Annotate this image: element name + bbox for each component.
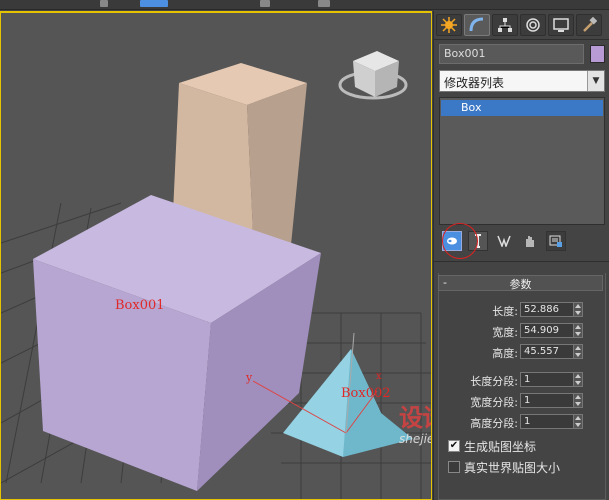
real-world-map-size-row[interactable]: 真实世界贴图大小 <box>448 459 560 475</box>
viewport-scene <box>1 51 431 499</box>
param-label: 宽度分段: <box>470 396 518 409</box>
stack-item-box[interactable]: Box <box>441 100 603 116</box>
gen-mapping-label: 生成贴图坐标 <box>464 439 537 454</box>
spinner-arrows[interactable] <box>574 393 583 408</box>
real-world-label: 真实世界贴图大小 <box>464 460 561 475</box>
hand-icon <box>526 236 534 247</box>
create-tab-icon[interactable] <box>436 14 462 36</box>
width-spinner-field[interactable]: 54.909 <box>520 323 574 338</box>
param-width-segs: 宽度分段: 1 <box>434 393 609 409</box>
viewcube-icon[interactable] <box>338 51 408 100</box>
real-world-checkbox[interactable] <box>448 461 460 473</box>
height-spinner-field[interactable]: 45.557 <box>520 344 574 359</box>
box001-mesh[interactable] <box>33 195 321 491</box>
make-unique-icon <box>497 235 511 247</box>
modifier-stack[interactable]: Box <box>439 97 605 225</box>
configure-modifier-sets-button[interactable] <box>546 231 566 251</box>
rollout-title: 参数 <box>509 278 532 291</box>
param-label: 长度分段: <box>470 375 518 388</box>
modifier-list-dropdown[interactable]: 修改器列表 ▼ <box>439 70 605 92</box>
watermark-logo: 设计 <box>399 404 431 432</box>
box001-label: Box001 <box>115 298 165 313</box>
remove-modifier-button[interactable] <box>520 231 540 251</box>
watermark: 设计 shejiedu.com <box>399 398 432 458</box>
gizmo-y-axis-label: y <box>246 371 253 384</box>
param-label: 长度: <box>492 305 518 318</box>
annotation-circle <box>442 223 478 259</box>
modifier-list-label: 修改器列表 <box>444 76 505 90</box>
length-segs-spinner-field[interactable]: 1 <box>520 372 574 387</box>
length-spinner-field[interactable]: 52.886 <box>520 302 574 317</box>
configure-icon <box>549 235 562 247</box>
toolbar-button[interactable] <box>140 0 168 7</box>
spinner-arrows[interactable] <box>574 323 583 338</box>
chevron-down-icon[interactable]: ▼ <box>587 71 604 91</box>
parameters-rollout-header[interactable]: - 参数 <box>438 275 603 291</box>
param-label: 高度: <box>492 347 518 360</box>
main-toolbar <box>0 0 609 10</box>
gen-mapping-checkbox[interactable]: ✔ <box>448 440 460 452</box>
param-label: 高度分段: <box>470 417 518 430</box>
param-height: 高度: 45.557 <box>434 344 609 360</box>
stack-toolbar <box>439 223 605 259</box>
gizmo-x-axis-label: x <box>376 371 382 382</box>
toolbar-button[interactable] <box>260 0 270 7</box>
width-segs-spinner-field[interactable]: 1 <box>520 393 574 408</box>
param-height-segs: 高度分段: 1 <box>434 414 609 430</box>
spinner-arrows[interactable] <box>574 414 583 429</box>
object-color-swatch[interactable] <box>590 45 605 63</box>
perspective-viewport[interactable]: Box001 Box002 y x 设计 shejiedu.com <box>0 11 432 500</box>
command-panel-tabs <box>434 11 609 39</box>
watermark-url: shejiedu.com <box>399 432 432 446</box>
param-label: 宽度: <box>492 326 518 339</box>
gen-mapping-coords-row[interactable]: ✔ 生成贴图坐标 <box>448 438 536 454</box>
param-length: 长度: 52.886 <box>434 302 609 318</box>
command-panel: Box001 修改器列表 ▼ Box - 参数 长度: 52.886 宽度: 5… <box>433 11 609 500</box>
spinner-arrows[interactable] <box>574 302 583 317</box>
param-length-segs: 长度分段: 1 <box>434 372 609 388</box>
object-name-field[interactable]: Box001 <box>439 44 584 64</box>
spinner-arrows[interactable] <box>574 372 583 387</box>
height-segs-spinner-field[interactable]: 1 <box>520 414 574 429</box>
box002-label: Box002 <box>341 386 391 401</box>
motion-tab-icon[interactable] <box>520 14 546 36</box>
hierarchy-tab-icon[interactable] <box>492 14 518 36</box>
display-tab-icon[interactable] <box>548 14 574 36</box>
param-width: 宽度: 54.909 <box>434 323 609 339</box>
spinner-arrows[interactable] <box>574 344 583 359</box>
toolbar-button[interactable] <box>318 0 330 7</box>
modify-tab-icon[interactable] <box>464 14 490 36</box>
separator <box>434 261 609 262</box>
utilities-tab-icon[interactable] <box>576 14 602 36</box>
toolbar-button[interactable] <box>100 0 108 7</box>
separator <box>434 39 609 40</box>
make-unique-button[interactable] <box>494 231 514 251</box>
